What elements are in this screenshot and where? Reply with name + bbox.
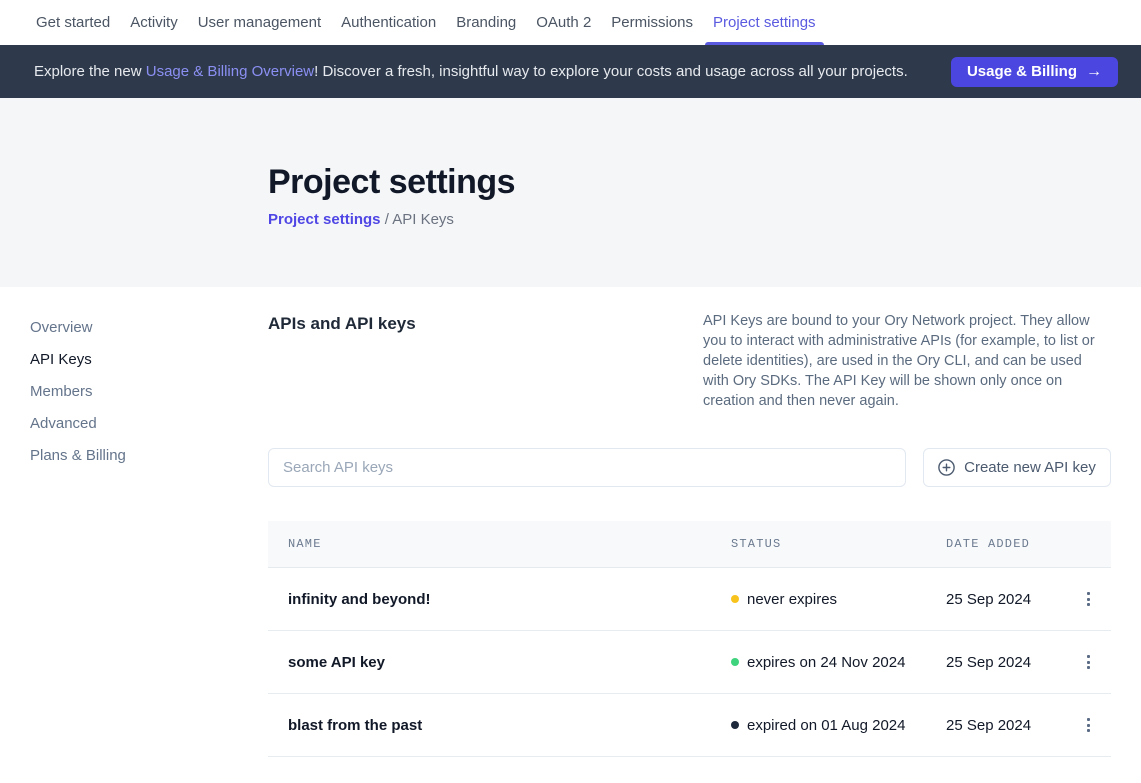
sidebar-item-api-keys[interactable]: API Keys (30, 343, 126, 375)
announcement-banner: Explore the new Usage & Billing Overview… (0, 45, 1141, 98)
search-input[interactable] (268, 448, 906, 487)
settings-sidebar: Overview API Keys Members Advanced Plans… (30, 311, 126, 471)
section-title: APIs and API keys (268, 311, 416, 411)
api-key-status: expires on 24 Nov 2024 (731, 654, 946, 671)
top-navigation: Get started Activity User management Aut… (0, 0, 1141, 45)
api-key-status: expired on 01 Aug 2024 (731, 717, 946, 734)
nav-tab-project-settings[interactable]: Project settings (705, 0, 824, 45)
sidebar-item-advanced[interactable]: Advanced (30, 407, 126, 439)
usage-billing-button[interactable]: Usage & Billing → (951, 57, 1118, 87)
status-dot (731, 658, 739, 666)
api-key-name: some API key (268, 654, 731, 671)
table-row: infinity and beyond! never expires 25 Se… (268, 568, 1111, 631)
sidebar-item-plans-billing[interactable]: Plans & Billing (30, 439, 126, 471)
section-description: API Keys are bound to your Ory Network p… (703, 311, 1111, 411)
nav-tab-branding[interactable]: Branding (448, 0, 524, 45)
breadcrumb-separator: / (381, 211, 393, 228)
status-dot (731, 595, 739, 603)
table-row: blast from the past expired on 01 Aug 20… (268, 694, 1111, 757)
create-api-key-button[interactable]: Create new API key (923, 448, 1111, 487)
api-key-name: infinity and beyond! (268, 591, 731, 608)
row-actions-kebab-icon[interactable] (1081, 586, 1096, 612)
table-row: some API key expires on 24 Nov 2024 25 S… (268, 631, 1111, 694)
row-actions-kebab-icon[interactable] (1081, 649, 1096, 675)
api-key-date-added: 25 Sep 2024 (946, 591, 1066, 608)
api-key-date-added: 25 Sep 2024 (946, 717, 1066, 734)
nav-tab-user-management[interactable]: User management (190, 0, 329, 45)
nav-tab-authentication[interactable]: Authentication (333, 0, 444, 45)
main-panel: APIs and API keys API Keys are bound to … (268, 287, 1111, 757)
breadcrumb-project-settings-link[interactable]: Project settings (268, 211, 381, 228)
page-header: Project settings Project settings / API … (0, 98, 1141, 287)
api-key-status: never expires (731, 591, 946, 608)
status-dot (731, 721, 739, 729)
nav-tab-oauth2[interactable]: OAuth 2 (528, 0, 599, 45)
arrow-right-icon: → (1086, 63, 1102, 81)
nav-tab-permissions[interactable]: Permissions (603, 0, 701, 45)
api-key-name: blast from the past (268, 717, 731, 734)
usage-billing-overview-link[interactable]: Usage & Billing Overview (146, 63, 314, 80)
row-actions-kebab-icon[interactable] (1081, 712, 1096, 738)
api-keys-table: NAME STATUS DATE ADDED infinity and beyo… (268, 521, 1111, 757)
nav-tab-get-started[interactable]: Get started (28, 0, 118, 45)
column-header-status: STATUS (731, 537, 946, 551)
breadcrumb: Project settings / API Keys (268, 211, 1141, 228)
plus-circle-icon (938, 459, 955, 476)
banner-message: Explore the new Usage & Billing Overview… (34, 63, 908, 80)
api-key-date-added: 25 Sep 2024 (946, 654, 1066, 671)
table-header-row: NAME STATUS DATE ADDED (268, 521, 1111, 568)
column-header-name: NAME (268, 537, 731, 551)
sidebar-item-overview[interactable]: Overview (30, 311, 126, 343)
page-title: Project settings (268, 163, 1141, 202)
nav-tab-activity[interactable]: Activity (122, 0, 186, 45)
breadcrumb-current: API Keys (392, 211, 454, 228)
content-area: Overview API Keys Members Advanced Plans… (0, 287, 1141, 783)
column-header-date-added: DATE ADDED (946, 537, 1066, 551)
sidebar-item-members[interactable]: Members (30, 375, 126, 407)
